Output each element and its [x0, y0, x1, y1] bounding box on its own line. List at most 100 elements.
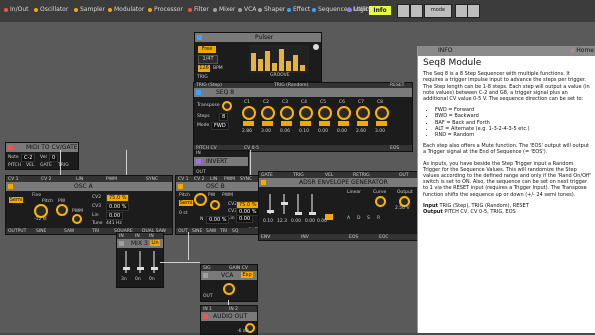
sq-port[interactable]: SQ: [232, 229, 238, 234]
category-sampler[interactable]: Sampler: [74, 6, 105, 13]
n-value[interactable]: 0.00 %: [206, 216, 230, 224]
pw-knob[interactable]: [210, 200, 220, 210]
patch-cable[interactable]: [60, 150, 61, 175]
tri-port[interactable]: TRI: [92, 229, 99, 234]
lin-value[interactable]: 0.00: [236, 215, 254, 223]
invert-input-port[interactable]: IN: [196, 151, 201, 156]
home-link[interactable]: ⌂ Home: [571, 47, 594, 54]
step-mute-toggle[interactable]: [300, 121, 311, 126]
step-knob[interactable]: [375, 106, 389, 120]
seq8-module[interactable]: TRIG (Step) TRIG (Random) RESET SEQ 8 Tr…: [193, 82, 413, 152]
step-knob[interactable]: [318, 106, 332, 120]
module-header[interactable]: MIX 3 Lin: [117, 239, 163, 248]
pw-knob[interactable]: [56, 204, 68, 216]
step-mute-toggle[interactable]: [319, 121, 330, 126]
category-modulator[interactable]: Modulator: [108, 6, 144, 13]
eos-port[interactable]: EOS: [349, 235, 358, 240]
category-oscillator[interactable]: Oscillator: [34, 6, 68, 13]
eos-output[interactable]: EOS: [390, 146, 399, 151]
pulser-module[interactable]: Pulser Free 1/4T 126 BPM GROOVE TRIG: [194, 32, 322, 82]
sustain-fader[interactable]: [297, 194, 299, 214]
gate-port[interactable]: GATE: [40, 163, 52, 168]
module-header[interactable]: OSC A: [6, 182, 172, 191]
step-knob[interactable]: [356, 106, 370, 120]
vca-module[interactable]: SIG GAIN CV VCA Exp OUT: [200, 264, 258, 302]
step-mute-toggle[interactable]: [338, 121, 349, 126]
free-button[interactable]: Free: [198, 46, 216, 53]
mode-select[interactable]: mode: [424, 4, 452, 18]
decay-fader-handle[interactable]: [281, 202, 288, 205]
edit-tool-button[interactable]: [397, 4, 410, 18]
sine-port[interactable]: SINE: [36, 229, 46, 234]
pwm-knob[interactable]: [72, 214, 82, 224]
sustain-fader-handle[interactable]: [295, 212, 302, 215]
transpose-knob[interactable]: [222, 101, 232, 111]
lin-value[interactable]: 0.00: [106, 212, 124, 220]
out-port[interactable]: OUT: [178, 229, 188, 234]
vel-value[interactable]: 0: [49, 154, 59, 162]
category-processor[interactable]: Processor: [148, 6, 183, 13]
delete-button[interactable]: [467, 4, 480, 18]
sine-port[interactable]: SINE: [192, 229, 202, 234]
semi-button[interactable]: Semi: [179, 200, 193, 206]
osc-a-module[interactable]: CV 1 CV 2 LIN PWM SYNC OSC A Semi Fine P…: [5, 175, 173, 235]
pitch-knob[interactable]: [34, 204, 48, 218]
cv3-value[interactable]: 0.00 %: [106, 203, 130, 211]
step-knob[interactable]: [299, 106, 313, 120]
info-button[interactable]: Info: [369, 6, 391, 15]
category-shaper[interactable]: Shaper: [258, 6, 285, 13]
patch-cable[interactable]: [188, 232, 189, 260]
category-in-out[interactable]: In/Out: [4, 6, 28, 13]
exp-button[interactable]: Exp: [241, 272, 253, 278]
eoc-port[interactable]: EOC: [379, 235, 389, 240]
steps-value[interactable]: 8: [219, 113, 229, 121]
inv-port[interactable]: INV: [301, 235, 309, 240]
patch-cable[interactable]: [160, 262, 200, 263]
curve-knob[interactable]: [375, 196, 386, 207]
adsr-module[interactable]: GATE TRIG VEL RETRIG OUT ADSR ENVELOPE G…: [258, 171, 418, 241]
module-header[interactable]: VCA Exp: [201, 271, 257, 280]
mix-fader-handle[interactable]: [123, 267, 130, 270]
invert-module[interactable]: IN INVERT OUT: [193, 150, 249, 178]
module-header[interactable]: ADSR ENVELOPE GENERATOR: [259, 178, 417, 187]
audio-out-module[interactable]: IN 1 IN 2 AUDIO OUT -6 dB: [200, 305, 258, 335]
module-header[interactable]: SEQ 8: [194, 88, 412, 97]
mix-fader-handle[interactable]: [151, 267, 158, 270]
attack-fader-handle[interactable]: [267, 210, 274, 213]
osc-b-module[interactable]: CV 1 CV 2 LIN PWM SYNC OSC B Semi Pitch …: [175, 175, 260, 235]
category-filter[interactable]: Filter: [188, 6, 209, 13]
note-value[interactable]: C-2: [21, 154, 36, 162]
step-mute-toggle[interactable]: [376, 121, 387, 126]
mode-value[interactable]: FWD: [211, 122, 229, 130]
module-header[interactable]: INVERT: [194, 157, 248, 166]
category-vca[interactable]: VCA: [238, 6, 256, 13]
module-header[interactable]: Pulser: [195, 33, 321, 42]
trig-output-port[interactable]: TRIG: [197, 75, 208, 80]
lin-button[interactable]: Lin: [150, 240, 160, 246]
midi-to-cv-module[interactable]: MIDI TO CV/GATE Note C-2 Vel 0 PITCH VEL…: [5, 142, 79, 170]
semi-button[interactable]: Semi: [9, 197, 23, 203]
category-mixer[interactable]: Mixer: [213, 6, 235, 13]
release-fader[interactable]: [311, 194, 313, 214]
category-sequencer[interactable]: Sequencer: [312, 6, 350, 13]
cable-tool-button[interactable]: [410, 4, 423, 18]
category-effect[interactable]: Effect: [287, 6, 310, 13]
mix3-module[interactable]: IN IN IN MIX 3 Lin 3n 0n 0n: [116, 232, 164, 288]
saw-port[interactable]: SAW: [206, 229, 216, 234]
patch-cable[interactable]: [228, 300, 229, 305]
patch-cable[interactable]: [250, 150, 251, 175]
vca-out-port[interactable]: OUT: [203, 294, 213, 299]
step-knob[interactable]: [242, 106, 256, 120]
gain-knob[interactable]: [223, 283, 235, 295]
pitch-port[interactable]: PITCH: [8, 163, 21, 168]
env-port[interactable]: ENV: [261, 235, 270, 240]
pitch-knob[interactable]: [194, 193, 207, 206]
vel-port[interactable]: VEL: [26, 163, 34, 168]
module-header[interactable]: AUDIO OUT: [201, 312, 257, 321]
patch-cable[interactable]: [126, 150, 127, 175]
step-mute-toggle[interactable]: [262, 121, 273, 126]
tri-port[interactable]: TRI: [220, 229, 227, 234]
groove-display[interactable]: [249, 45, 309, 73]
release-fader-handle[interactable]: [309, 212, 316, 215]
step-knob[interactable]: [337, 106, 351, 120]
